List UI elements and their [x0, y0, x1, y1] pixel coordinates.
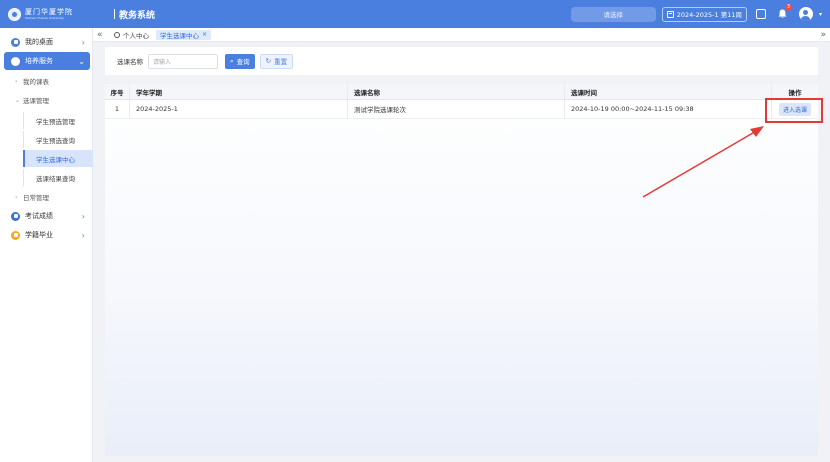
tab-personal-center[interactable]: 个人中心: [110, 30, 153, 40]
user-menu-caret-icon[interactable]: ▾: [819, 11, 822, 18]
sidebar-leaf-selection-center[interactable]: 学生选课中心: [23, 150, 93, 167]
row-time: 2024-10-19 00:00~2024-11-15 09:38: [565, 100, 772, 118]
sidebar-subitem-schedule[interactable]: › 我的课表: [15, 74, 49, 88]
sidebar-leaf-preselect-manage[interactable]: 学生预选管理: [23, 112, 93, 129]
tab-label: 学生选课中心: [160, 31, 199, 40]
expand-right-icon[interactable]: »: [820, 30, 826, 40]
search-icon: ⌕: [230, 56, 234, 65]
logo-text: 厦门华厦学院: [25, 7, 73, 16]
tab-selection-center[interactable]: 学生选课中心 ×: [156, 29, 212, 40]
tab-label: 个人中心: [123, 31, 149, 40]
main-content: 选课名称 请输入 ⌕ 查询 ↻ 重置 序号 学年学期 选课名称 选课时间 操作 …: [93, 42, 830, 462]
column-header-term: 学年学期: [130, 84, 348, 99]
close-icon[interactable]: ×: [202, 31, 207, 38]
chevron-right-icon: ›: [81, 211, 85, 221]
bell-icon[interactable]: 3: [776, 3, 792, 21]
sidebar-item-label: 培养服务: [25, 57, 53, 65]
term-label: 2024-2025-1 第11周: [676, 11, 742, 19]
column-header-name: 选课名称: [348, 84, 565, 99]
calendar-icon: [666, 10, 674, 18]
sidebar-item-graduation[interactable]: 学籍毕业 ›: [4, 227, 90, 243]
row-name: 测试学院选课轮次: [348, 100, 565, 118]
query-button[interactable]: ⌕ 查询: [225, 53, 255, 69]
annotation-highlight-box: [765, 98, 823, 123]
sidebar-item-label: 学籍毕业: [25, 231, 53, 239]
sidebar-item-training[interactable]: 培养服务 ⌄: [4, 52, 90, 70]
user-avatar[interactable]: [798, 7, 813, 21]
row-index: 1: [105, 100, 130, 118]
table-panel: 序号 学年学期 选课名称 选课时间 操作 1 2024-2025-1 测试学院选…: [105, 84, 818, 456]
sidebar-item-desktop[interactable]: 我的桌面 ›: [4, 34, 90, 50]
sidebar-subitem-daily[interactable]: › 日常管理: [15, 190, 49, 204]
chevron-right-icon: ›: [81, 230, 85, 240]
sidebar-item-label: 考试成绩: [25, 212, 53, 220]
chevron-down-icon: ⌄: [78, 56, 85, 66]
sidebar-subitem-label: 我的课表: [23, 78, 49, 86]
term-selector[interactable]: 2024-2025-1 第11周: [661, 6, 747, 22]
sidebar-subitem-label: 选课管理: [23, 97, 49, 105]
query-button-label: 查询: [236, 58, 250, 66]
course-name-input[interactable]: 请输入: [148, 53, 218, 69]
column-header-action: 操作: [788, 88, 802, 97]
training-icon: [11, 56, 20, 66]
exam-icon: [11, 211, 20, 221]
search-panel: 选课名称 请输入 ⌕ 查询 ↻ 重置: [105, 47, 818, 75]
chevron-right-icon: ›: [15, 193, 18, 201]
search-label: 选课名称: [117, 58, 143, 66]
reset-button-label: 重置: [274, 58, 288, 66]
fullscreen-icon[interactable]: [755, 8, 768, 21]
desktop-icon: [11, 37, 20, 47]
chevron-down-icon: ⌄: [15, 96, 21, 104]
column-header-index: 序号: [105, 84, 130, 99]
university-logo[interactable]: 厦门华厦学院 Xiamen Huaxia University: [8, 7, 108, 21]
university-emblem-icon: [8, 7, 21, 21]
notification-badge: 3: [784, 3, 792, 11]
sidebar-item-exam[interactable]: 考试成绩 ›: [4, 208, 90, 224]
chevron-right-icon: ›: [81, 37, 85, 47]
sidebar: 我的桌面 › 培养服务 ⌄ › 我的课表 ⌄ 选课管理 学生预选管理 学生预选查…: [0, 28, 93, 462]
sidebar-leaf-preselect-query[interactable]: 学生预选查询: [23, 131, 93, 148]
table-header: 序号 学年学期 选课名称 选课时间 操作: [105, 84, 818, 100]
sidebar-subitem-label: 日常管理: [23, 194, 49, 202]
collapse-left-icon[interactable]: «: [97, 30, 107, 40]
refresh-icon: ↻: [265, 57, 272, 65]
graduation-icon: [11, 230, 20, 240]
tab-bar: « 个人中心 学生选课中心 × »: [93, 28, 830, 42]
top-header: 厦门华厦学院 Xiamen Huaxia University 教务系统 请选择…: [0, 0, 830, 28]
row-term: 2024-2025-1: [130, 100, 348, 118]
home-icon: [114, 31, 120, 38]
reset-button[interactable]: ↻ 重置: [259, 53, 294, 69]
sidebar-item-label: 我的桌面: [25, 38, 53, 46]
sidebar-leaf-result-query[interactable]: 选课结果查询: [23, 169, 93, 186]
table-row: 1 2024-2025-1 测试学院选课轮次 2024-10-19 00:00~…: [105, 100, 818, 119]
logo-subtext: Xiamen Huaxia University: [25, 15, 64, 20]
chevron-right-icon: ›: [15, 77, 18, 85]
header-divider: [114, 9, 115, 19]
column-header-time: 选课时间: [565, 84, 772, 99]
system-name: 教务系统: [119, 10, 156, 21]
sidebar-subitem-course-selection[interactable]: ⌄ 选课管理: [15, 93, 49, 107]
header-search-select[interactable]: 请选择: [570, 6, 656, 22]
